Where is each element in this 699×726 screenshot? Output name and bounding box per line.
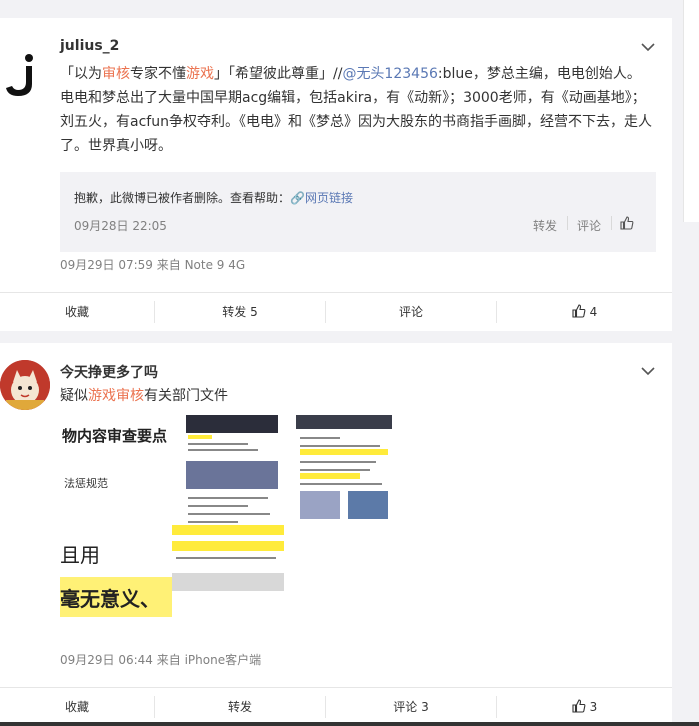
repost-date[interactable]: 09月28日 22:05 bbox=[74, 217, 167, 234]
image-heading: 物内容审查要点 bbox=[62, 427, 168, 445]
post-image-3[interactable] bbox=[296, 415, 392, 523]
feed-card-2: 今天挣更多了吗 疑似游戏审核有关部门文件 物内容审查要点 法惩规范 且用 毫无意… bbox=[0, 343, 672, 726]
image-subheading: 法惩规范 bbox=[64, 477, 108, 490]
image-photo-block bbox=[348, 491, 388, 519]
post-image-1[interactable]: 物内容审查要点 法惩规范 且用 毫无意义、 bbox=[60, 415, 172, 621]
post-meta[interactable]: 09月29日 07:59 来自 Note 9 4G bbox=[60, 256, 245, 273]
post-text: 「以为审核专家不懂游戏」「希望彼此尊重」//@无头123456:blue，梦总主… bbox=[60, 66, 652, 154]
comment-button[interactable]: 评论 3 bbox=[326, 688, 496, 726]
link-icon: 🔗 bbox=[290, 191, 305, 205]
chevron-down-icon[interactable] bbox=[640, 363, 656, 379]
post-text: 疑似游戏审核有关部门文件 bbox=[60, 388, 228, 404]
repost-like-button[interactable] bbox=[620, 216, 634, 233]
like-button[interactable]: 4 bbox=[497, 293, 672, 331]
post-image-2[interactable] bbox=[172, 415, 284, 593]
mention-link[interactable]: @无头123456 bbox=[342, 66, 437, 82]
thumbs-up-icon bbox=[572, 304, 586, 318]
divider bbox=[567, 216, 568, 230]
image-photo-strip bbox=[296, 415, 392, 429]
repost-forward-button[interactable]: 转发 bbox=[533, 217, 557, 234]
thumbs-up-icon bbox=[572, 699, 586, 713]
image-photo-strip bbox=[186, 415, 278, 433]
image-photo-block bbox=[300, 491, 340, 519]
divider bbox=[611, 216, 612, 230]
like-count: 4 bbox=[589, 305, 598, 319]
comment-button[interactable]: 评论 bbox=[326, 293, 496, 331]
reposted-block: 抱歉，此微博已被作者删除。查看帮助：🔗网页链接 09月28日 22:05 转发 … bbox=[60, 172, 656, 252]
image-big-text: 且用 bbox=[60, 543, 100, 567]
username[interactable]: julius_2 bbox=[60, 38, 119, 54]
thumbs-up-icon bbox=[620, 216, 634, 230]
like-count: 3 bbox=[589, 700, 598, 714]
help-link[interactable]: 🔗网页链接 bbox=[290, 191, 353, 205]
avatar[interactable] bbox=[0, 360, 50, 410]
feed-card-1: julius_2 「以为审核专家不懂游戏」「希望彼此尊重」//@无头123456… bbox=[0, 18, 672, 331]
repost-comment-button[interactable]: 评论 bbox=[577, 217, 601, 234]
forward-button[interactable]: 转发 bbox=[155, 688, 325, 726]
image-photo-block bbox=[186, 461, 278, 489]
post-meta[interactable]: 09月29日 06:44 来自 iPhone客户端 bbox=[60, 651, 261, 668]
deleted-notice: 抱歉，此微博已被作者删除。查看帮助：🔗网页链接 bbox=[74, 191, 353, 205]
favorite-button[interactable]: 收藏 bbox=[0, 688, 154, 726]
like-button[interactable]: 3 bbox=[497, 688, 672, 726]
chevron-down-icon[interactable] bbox=[640, 39, 656, 55]
username[interactable]: 今天挣更多了吗 bbox=[60, 362, 158, 382]
forward-button[interactable]: 转发 5 bbox=[155, 293, 325, 331]
image-scan-shadow bbox=[172, 573, 284, 591]
action-bar: 收藏 转发 评论 3 3 bbox=[0, 687, 672, 725]
avatar[interactable] bbox=[2, 54, 52, 104]
favorite-button[interactable]: 收藏 bbox=[0, 293, 154, 331]
image-big-text: 毫无意义、 bbox=[60, 587, 160, 611]
right-column-edge bbox=[683, 0, 699, 222]
bottom-edge-bar bbox=[0, 722, 699, 726]
action-bar: 收藏 转发 5 评论 4 bbox=[0, 292, 672, 330]
